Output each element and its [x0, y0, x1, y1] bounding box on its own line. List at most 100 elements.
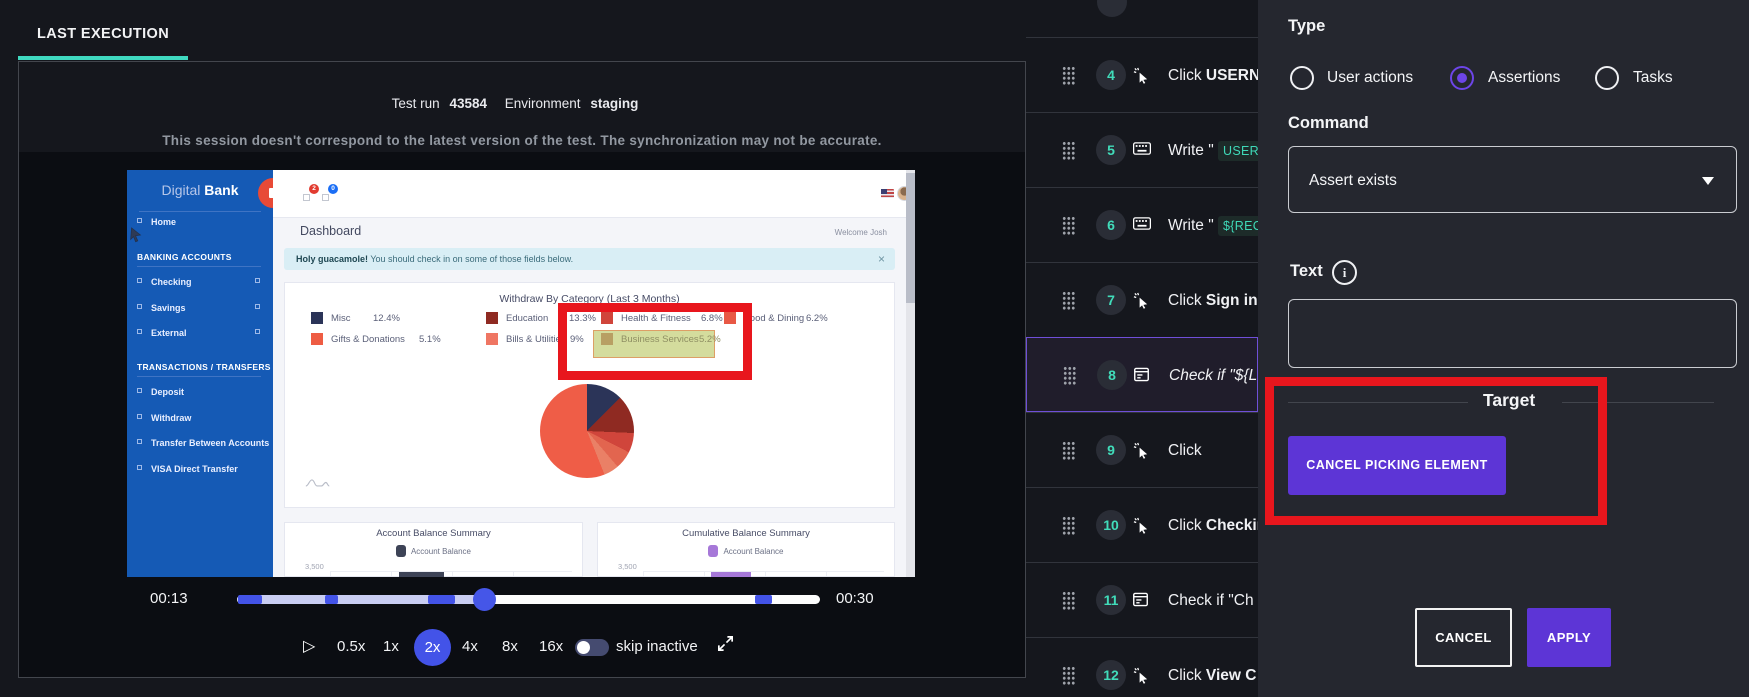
alert-text: You should check in on some of those fie…	[368, 254, 574, 264]
nav-withdraw[interactable]: Withdraw	[151, 413, 191, 423]
nav-expand-icon[interactable]	[255, 329, 260, 334]
recorded-site-frame: Digital Bank Home BANKING ACCOUNTS Check…	[127, 170, 915, 577]
step-label: Check if "${L	[1169, 367, 1257, 384]
cumulative-balance-bar	[711, 572, 751, 577]
speed-1x[interactable]: 1x	[383, 638, 399, 655]
speed-16x[interactable]: 16x	[539, 638, 563, 655]
timeline-marker[interactable]	[428, 595, 455, 604]
red-count-badge: 2	[309, 184, 319, 194]
skip-inactive-toggle[interactable]	[575, 639, 609, 656]
test-step-5[interactable]: 5 Write " USERNAME	[1026, 112, 1258, 187]
timeline-track[interactable]	[237, 595, 820, 604]
card-legend: Account Balance	[285, 545, 582, 557]
nav-transfer-between-accounts[interactable]: Transfer Between Accounts	[151, 438, 269, 448]
test-step-9[interactable]: 9 Click	[1026, 412, 1258, 487]
test-step-4[interactable]: 4 Click USERNAME	[1026, 37, 1258, 112]
timeline-marker[interactable]	[755, 595, 772, 604]
radio-tasks[interactable]	[1595, 66, 1619, 90]
step-label: Check if "Ch	[1168, 592, 1254, 609]
nav-deposit[interactable]: Deposit	[151, 387, 184, 397]
bar-plot-area	[643, 571, 884, 576]
drag-handle-icon[interactable]	[1062, 516, 1075, 535]
account-balance-card: Account Balance Summary Account Balance …	[284, 522, 583, 577]
speed-8x[interactable]: 8x	[502, 638, 518, 655]
test-step-12[interactable]: 12 Click View C	[1026, 637, 1258, 697]
click-icon	[1133, 667, 1151, 685]
nav-savings[interactable]: Savings	[151, 303, 186, 313]
drag-handle-icon[interactable]	[1062, 591, 1075, 610]
timeline-marker[interactable]	[238, 595, 262, 604]
step-number: 7	[1096, 285, 1126, 315]
cancel-button[interactable]: CANCEL	[1415, 608, 1512, 667]
test-step-6[interactable]: 6 Write " ${RECIPIENT	[1026, 187, 1258, 262]
radio-tasks-label[interactable]: Tasks	[1633, 69, 1673, 87]
alert-bold-text: Holy guacamole!	[296, 254, 369, 264]
target-divider-left	[1288, 402, 1468, 403]
sidebar-divider	[139, 211, 261, 212]
speed-4x[interactable]: 4x	[462, 638, 478, 655]
nav-external[interactable]: External	[151, 328, 187, 338]
axis-tick-label: 3,500	[618, 562, 637, 571]
test-step-11[interactable]: 11 Check if "Ch	[1026, 562, 1258, 637]
fullscreen-icon[interactable]	[716, 634, 735, 653]
drag-handle-icon[interactable]	[1062, 141, 1075, 160]
withdraw-chart-card: Withdraw By Category (Last 3 Months) Mis…	[284, 282, 895, 508]
drag-handle-icon[interactable]	[1063, 366, 1076, 385]
test-step-10[interactable]: 10 Click Checking	[1026, 487, 1258, 562]
site-scrollbar[interactable]	[906, 170, 915, 577]
radio-user-actions-label[interactable]: User actions	[1327, 69, 1413, 87]
card-legend: Account Balance	[598, 545, 894, 557]
click-icon	[1133, 517, 1151, 535]
command-label: Command	[1288, 114, 1369, 132]
legend-swatch	[708, 545, 719, 557]
bar-plot-area	[330, 571, 572, 576]
current-time: 00:13	[150, 590, 188, 607]
amcharts-logo-icon	[305, 479, 330, 487]
command-value: Assert exists	[1309, 172, 1397, 189]
cancel-picking-element-button[interactable]: CANCEL PICKING ELEMENT	[1288, 436, 1506, 495]
bank-sidebar: Digital Bank Home BANKING ACCOUNTS Check…	[127, 170, 288, 577]
text-label: Text	[1290, 262, 1323, 280]
nav-expand-icon[interactable]	[255, 278, 260, 283]
radio-user-actions[interactable]	[1290, 66, 1314, 90]
dashboard-alert: Holy guacamole! You should check in on s…	[284, 248, 895, 270]
legend-swatch	[486, 312, 498, 324]
nav-bullet-icon	[137, 218, 142, 223]
step-label: Click Sign in	[1168, 292, 1258, 309]
language-flag-icon[interactable]	[881, 189, 894, 198]
speed-2x-active[interactable]: 2x	[414, 629, 451, 666]
speed-0.5x[interactable]: 0.5x	[337, 638, 365, 655]
play-button[interactable]: ▷	[303, 636, 315, 656]
nav-bullet-icon	[137, 414, 142, 419]
drag-handle-icon[interactable]	[1062, 66, 1075, 85]
bank-topbar: 2 0	[273, 170, 915, 218]
welcome-text: Welcome Josh	[834, 228, 887, 237]
drag-handle-icon[interactable]	[1062, 441, 1075, 460]
drag-handle-icon[interactable]	[1062, 216, 1075, 235]
click-icon	[1133, 67, 1151, 85]
step-number: 12	[1096, 660, 1126, 690]
text-input[interactable]	[1288, 299, 1737, 368]
nav-visa-direct-transfer[interactable]: VISA Direct Transfer	[151, 464, 238, 474]
alert-close-icon[interactable]: ×	[878, 248, 885, 270]
test-step-7[interactable]: 7 Click Sign in	[1026, 262, 1258, 337]
info-icon[interactable]: i	[1332, 260, 1357, 285]
extension-icon	[322, 194, 329, 201]
apply-button[interactable]: APPLY	[1527, 608, 1611, 667]
drag-handle-icon[interactable]	[1062, 291, 1075, 310]
drag-handle-icon[interactable]	[1062, 666, 1075, 685]
nav-checking[interactable]: Checking	[151, 277, 192, 287]
timeline-scrubber[interactable]	[473, 588, 496, 611]
timeline-marker[interactable]	[325, 595, 338, 604]
nav-expand-icon[interactable]	[255, 304, 260, 309]
radio-assertions-label[interactable]: Assertions	[1488, 69, 1560, 87]
step-number: 11	[1096, 585, 1126, 615]
legend-swatch	[311, 312, 323, 324]
last-execution-tab[interactable]: LAST EXECUTION	[37, 26, 169, 42]
radio-assertions-selected[interactable]	[1450, 66, 1474, 90]
nav-bullet-icon	[137, 465, 142, 470]
test-step-8-selected[interactable]: 8 Check if "${L	[1026, 337, 1258, 412]
nav-home[interactable]: Home	[151, 217, 176, 227]
scrollbar-thumb[interactable]	[906, 173, 915, 303]
command-select[interactable]: Assert exists	[1288, 146, 1737, 213]
